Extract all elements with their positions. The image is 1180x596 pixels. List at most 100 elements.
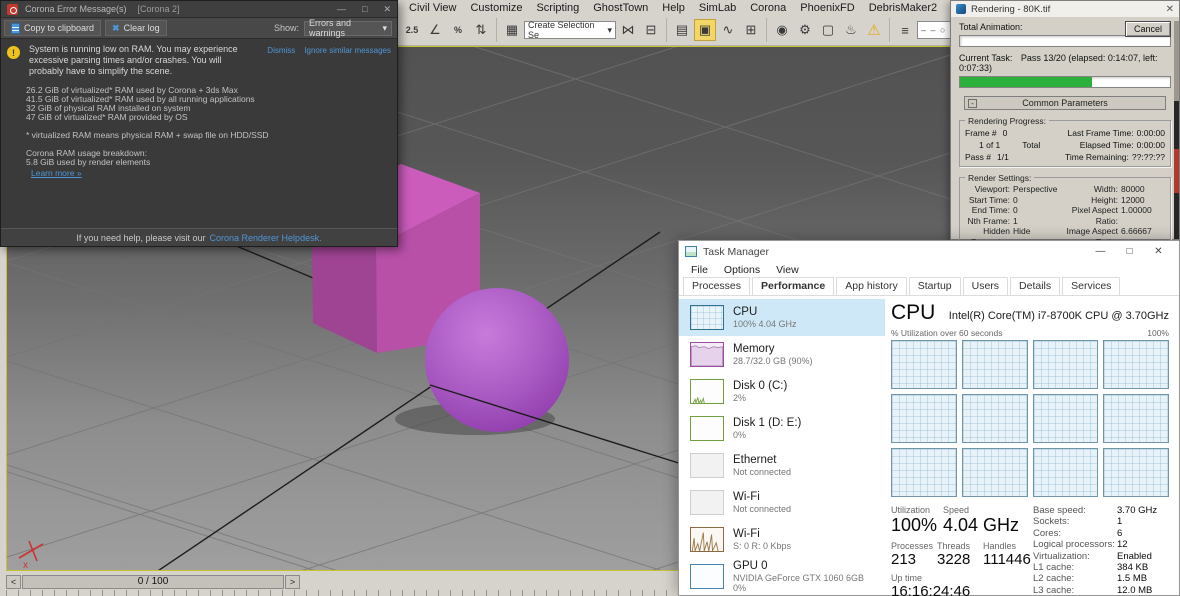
rendering-window: Rendering - 80K.tif ✕ Total Animation: C… [950,0,1180,314]
setting-value: 1.00000 [1121,205,1152,215]
render-warning-icon[interactable]: ⚠ [863,19,885,41]
corona-dialog-titlebar[interactable]: Corona Error Message(s) [Corona 2] — □ ✕ [1,1,397,18]
core-graph [1032,394,1099,443]
named-selection-set-value: Create Selection Se [528,20,595,40]
combo-dropdown-icon[interactable]: ▾ [607,25,612,36]
sidebar-item-gpu0[interactable]: GPU 0 NVIDIA GeForce GTX 1060 6GB 0% [679,558,885,595]
menu-view[interactable]: View [768,264,807,276]
setting-label: Start Time: [968,194,1010,205]
frame-label: Frame # [965,128,997,138]
snaps-toggle-icon[interactable]: 2.5 [401,19,423,41]
rendering-titlebar[interactable]: Rendering - 80K.tif ✕ [951,1,1179,17]
layer-explorer-icon[interactable]: ▣ [694,19,716,41]
menu-debrismaker2[interactable]: DebrisMaker2 [862,2,944,14]
menu-file[interactable]: File [683,264,716,276]
logical-processors-grid[interactable] [891,340,1169,497]
vertical-scrollbar[interactable] [1174,21,1179,239]
wifi-mini-graph [690,490,724,515]
gpu-mini-graph [690,564,724,589]
tab-app-history[interactable]: App history [836,277,907,295]
time-slider-prev-button[interactable]: < [6,575,21,589]
menu-ghosttown[interactable]: GhostTown [586,2,655,14]
filter-value: Errors and warnings [309,18,352,38]
rendered-frame-window-icon[interactable]: ▢ [817,19,839,41]
task-manager-titlebar[interactable]: Task Manager — □ ✕ [679,241,1179,262]
sidebar-item-subtitle: 100% 4.04 GHz [733,318,797,329]
angle-snap-icon[interactable]: ∠ [424,19,446,41]
tab-details[interactable]: Details [1010,277,1061,295]
sidebar-item-subtitle: 28.7/32.0 GB (90%) [733,355,813,366]
current-task-label: Current Task: [959,53,1013,63]
scene-explorer-icon[interactable]: ▤ [671,19,693,41]
collapse-icon[interactable]: - [968,99,977,108]
sidebar-item-subtitle: Not connected [733,466,792,477]
rollout-title: Common Parameters [1022,98,1108,108]
tab-processes[interactable]: Processes [683,277,751,295]
maximize-icon[interactable]: □ [362,4,367,15]
graph-editors-icon[interactable]: ∿ [717,19,739,41]
sidebar-item-wifi[interactable]: Wi-Fi S: 0 R: 0 Kbps [679,521,885,558]
minimize-icon[interactable]: — [1086,246,1115,257]
uptime-value: 16:16:24:46 [891,583,971,596]
scrollbar-thumb[interactable] [1174,149,1179,193]
close-icon[interactable]: ✕ [383,4,391,15]
pass-value: 1/1 [997,152,1009,162]
sidebar-item-ethernet[interactable]: Ethernet Not connected [679,447,885,484]
named-selection-set-combo[interactable]: Create Selection Se ▾ [524,20,616,40]
detail-label: Cores: [1033,527,1061,539]
menu-corona[interactable]: Corona [743,2,793,14]
menu-help[interactable]: Help [655,2,692,14]
task-manager-icon [685,246,697,257]
menu-options[interactable]: Options [716,264,768,276]
frame-count: 1 of 1 [979,140,1001,150]
copy-to-clipboard-button[interactable]: Copy to clipboard [4,20,102,36]
percent-snap-icon[interactable]: % [447,19,469,41]
sidebar-item-wifi-disconnected[interactable]: Wi-Fi Not connected [679,484,885,521]
message-filter-select[interactable]: Errors and warnings ▾ [304,18,392,38]
material-editor-icon[interactable]: ◉ [771,19,793,41]
wifi2-mini-graph [690,527,724,552]
detail-label: L1 cache: [1033,562,1075,574]
sidebar-item-subtitle2: 0% [733,583,747,593]
sidebar-item-memory[interactable]: Memory 28.7/32.0 GB (90%) [679,336,885,373]
layer-list-icon[interactable]: ≡ [894,19,916,41]
time-slider-next-button[interactable]: > [285,575,300,589]
learn-more-link[interactable]: Learn more » [31,169,391,178]
mirror-icon[interactable]: ⋈ [617,19,639,41]
align-icon[interactable]: ⊟ [640,19,662,41]
tab-startup[interactable]: Startup [908,277,961,295]
spinner-snap-icon[interactable]: ⇅ [470,19,492,41]
common-parameters-rollout[interactable]: - Common Parameters [964,96,1166,110]
render-setup-icon[interactable]: ⚙ [794,19,816,41]
sphere-object[interactable] [425,288,569,432]
sidebar-item-disk0[interactable]: Disk 0 (C:) 2% [679,373,885,410]
edit-named-selection-sets-icon[interactable]: ▦ [501,19,523,41]
time-slider[interactable]: 0 / 100 [22,575,284,589]
detail-label: Base speed: [1033,505,1086,516]
sidebar-item-cpu[interactable]: CPU 100% 4.04 GHz [679,299,885,336]
dismiss-link[interactable]: Dismiss [267,46,295,55]
core-graph [1103,340,1169,389]
close-icon[interactable]: ✕ [1166,4,1174,15]
menu-customize[interactable]: Customize [463,2,529,14]
menu-phoenixfd[interactable]: PhoenixFD [793,2,861,14]
schematic-view-icon[interactable]: ⊞ [740,19,762,41]
ignore-similar-link[interactable]: Ignore similar messages [304,46,391,55]
sidebar-item-disk1[interactable]: Disk 1 (D: E:) 0% [679,410,885,447]
tab-performance[interactable]: Performance [752,277,835,295]
close-icon[interactable]: ✕ [1144,246,1173,257]
minimize-icon[interactable]: — [337,4,346,15]
tab-services[interactable]: Services [1062,277,1121,295]
total-label: Total [1022,140,1041,150]
helpdesk-link[interactable]: Corona Renderer Helpdesk. [210,233,322,243]
tab-users[interactable]: Users [962,277,1009,295]
core-graph [891,340,957,389]
menu-simlab[interactable]: SimLab [692,2,743,14]
maximize-icon[interactable]: □ [1115,246,1144,257]
menu-scripting[interactable]: Scripting [529,2,586,14]
cancel-button[interactable]: Cancel [1125,21,1171,37]
render-production-icon[interactable]: ♨ [840,19,862,41]
handles-label: Handles [983,541,1017,551]
clear-log-button[interactable]: ✖ Clear log [105,20,167,36]
menu-civil-view[interactable]: Civil View [402,2,463,14]
